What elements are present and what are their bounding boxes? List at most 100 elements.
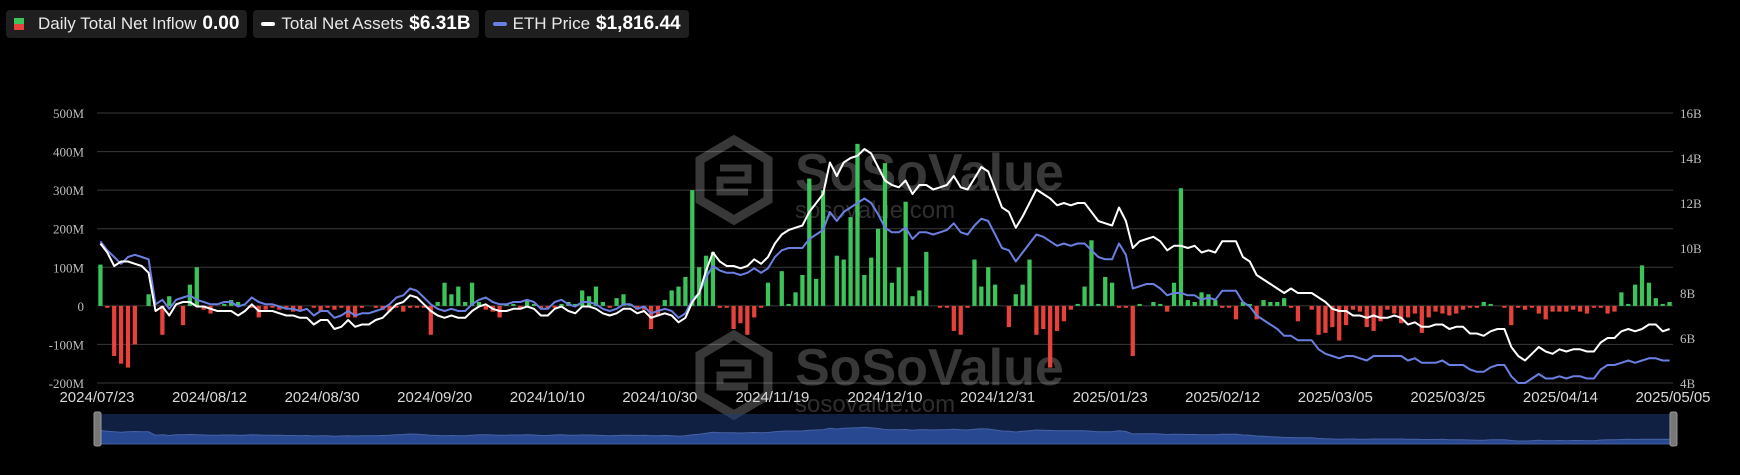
inflow-bar [1109, 282, 1115, 306]
inflow-bar [1137, 303, 1142, 306]
inflow-bar [1557, 305, 1562, 312]
inflow-bar [1350, 305, 1356, 310]
inflow-bar [1646, 282, 1652, 306]
inflow-bar [1268, 302, 1273, 306]
inflow-bar [442, 282, 447, 306]
inflow-bar [435, 302, 440, 306]
inflow-bar [1192, 302, 1197, 306]
inflow-bar [1123, 305, 1129, 308]
inflow-bar [683, 276, 688, 306]
inflow-bar [937, 305, 943, 308]
inflow-bar [710, 251, 716, 306]
x-tick-label: 2024/10/10 [510, 389, 585, 406]
inflow-bar [731, 305, 736, 329]
inflow-bar [1357, 305, 1362, 312]
inflow-bar [662, 300, 667, 306]
inflow-bar [1577, 305, 1583, 312]
y-left-tick-label: -100M [49, 337, 85, 352]
inflow-bar [917, 290, 922, 306]
x-tick-label: 2024/08/12 [172, 389, 247, 406]
inflow-bar [986, 267, 991, 306]
inflow-bar [1054, 305, 1060, 331]
x-tick-label: 2024/11/19 [735, 389, 809, 406]
inflow-bar [373, 305, 378, 308]
x-tick-label: 2024/10/30 [622, 389, 697, 406]
inflow-bar [1405, 305, 1411, 318]
inflow-bar [1309, 305, 1314, 310]
x-axis-labels: 2024/07/23 2024/08/12 2024/08/30 2024/09/20… [59, 389, 1710, 406]
inflow-bar [132, 305, 137, 345]
x-tick-label: 2025/04/14 [1523, 389, 1598, 406]
inflow-bar [882, 163, 888, 306]
inflow-bar [1226, 305, 1232, 308]
inflow-bar [1385, 305, 1390, 310]
inflow-bar [1509, 305, 1514, 326]
inflow-bar [745, 305, 750, 335]
inflow-bar [786, 303, 791, 306]
inflow-bar [1082, 286, 1087, 306]
inflow-bar [1626, 303, 1631, 306]
inflow-bar [958, 305, 963, 335]
inflow-bar [965, 305, 970, 308]
inflow-bar [600, 302, 605, 306]
inflow-bar [180, 305, 186, 326]
inflow-bar [1516, 305, 1521, 308]
inflow-bar [1653, 298, 1658, 306]
inflow-bar [1426, 305, 1431, 318]
inflow-bar [1440, 305, 1445, 314]
inflow-bar [1116, 305, 1122, 308]
inflow-bar [1041, 305, 1046, 329]
inflow-bar [456, 286, 461, 306]
inflow-bar [1068, 305, 1073, 310]
inflow-bar [800, 275, 805, 306]
inflow-bar [270, 305, 275, 308]
inflow-bar [972, 259, 977, 306]
inflow-bar [1316, 305, 1321, 335]
inflow-bar [1213, 300, 1218, 306]
inflow-bar [1474, 305, 1479, 308]
range-navigator[interactable] [93, 411, 1678, 447]
inflow-bar [820, 190, 826, 306]
inflow-bar [1075, 303, 1080, 306]
inflow-bar [814, 278, 819, 306]
inflow-bar [98, 264, 103, 306]
inflow-bar [1605, 305, 1610, 314]
inflow-bar [1061, 305, 1067, 322]
inflow-bar [1481, 302, 1486, 306]
inflow-bar [1343, 305, 1349, 326]
inflow-bar [669, 290, 674, 306]
inflow-bar [222, 303, 227, 306]
inflow-bar [1419, 305, 1424, 333]
y-left-tick-label: 500M [53, 106, 85, 121]
inflow-bar [1185, 300, 1190, 306]
combo-chart[interactable]: SoSoValue sosovalue.com SoSoValue sosova… [0, 0, 1740, 475]
inflow-bar [1371, 305, 1376, 331]
inflow-bar [979, 286, 984, 306]
inflow-bar [297, 305, 303, 310]
inflow-bar [1522, 305, 1528, 310]
inflow-bar [910, 296, 915, 306]
inflow-bar [332, 305, 337, 310]
inflow-bar [1619, 292, 1624, 306]
inflow-bar [1295, 305, 1301, 322]
y-right-tick-label: 14B [1680, 151, 1702, 166]
inflow-bar [614, 298, 619, 306]
inflow-bar [1536, 305, 1541, 314]
inflow-bar [1564, 305, 1569, 312]
inflow-bar [992, 284, 998, 306]
inflow-bar [758, 305, 764, 308]
x-tick-label: 2024/08/30 [285, 389, 360, 406]
inflow-bar [765, 282, 771, 306]
y-right-tick-label: 8B [1680, 286, 1696, 301]
inflow-bar [951, 305, 956, 331]
inflow-bar [1447, 305, 1452, 316]
inflow-bar [414, 305, 420, 308]
inflow-bar [1584, 305, 1590, 314]
inflow-bar [1220, 305, 1225, 308]
inflow-bar [717, 305, 722, 308]
inflow-bar [112, 305, 117, 356]
inflow-bar [1378, 305, 1383, 322]
inflow-bars [98, 143, 1672, 368]
y-right-tick-label: 12B [1680, 196, 1702, 211]
inflow-bar [463, 302, 468, 306]
